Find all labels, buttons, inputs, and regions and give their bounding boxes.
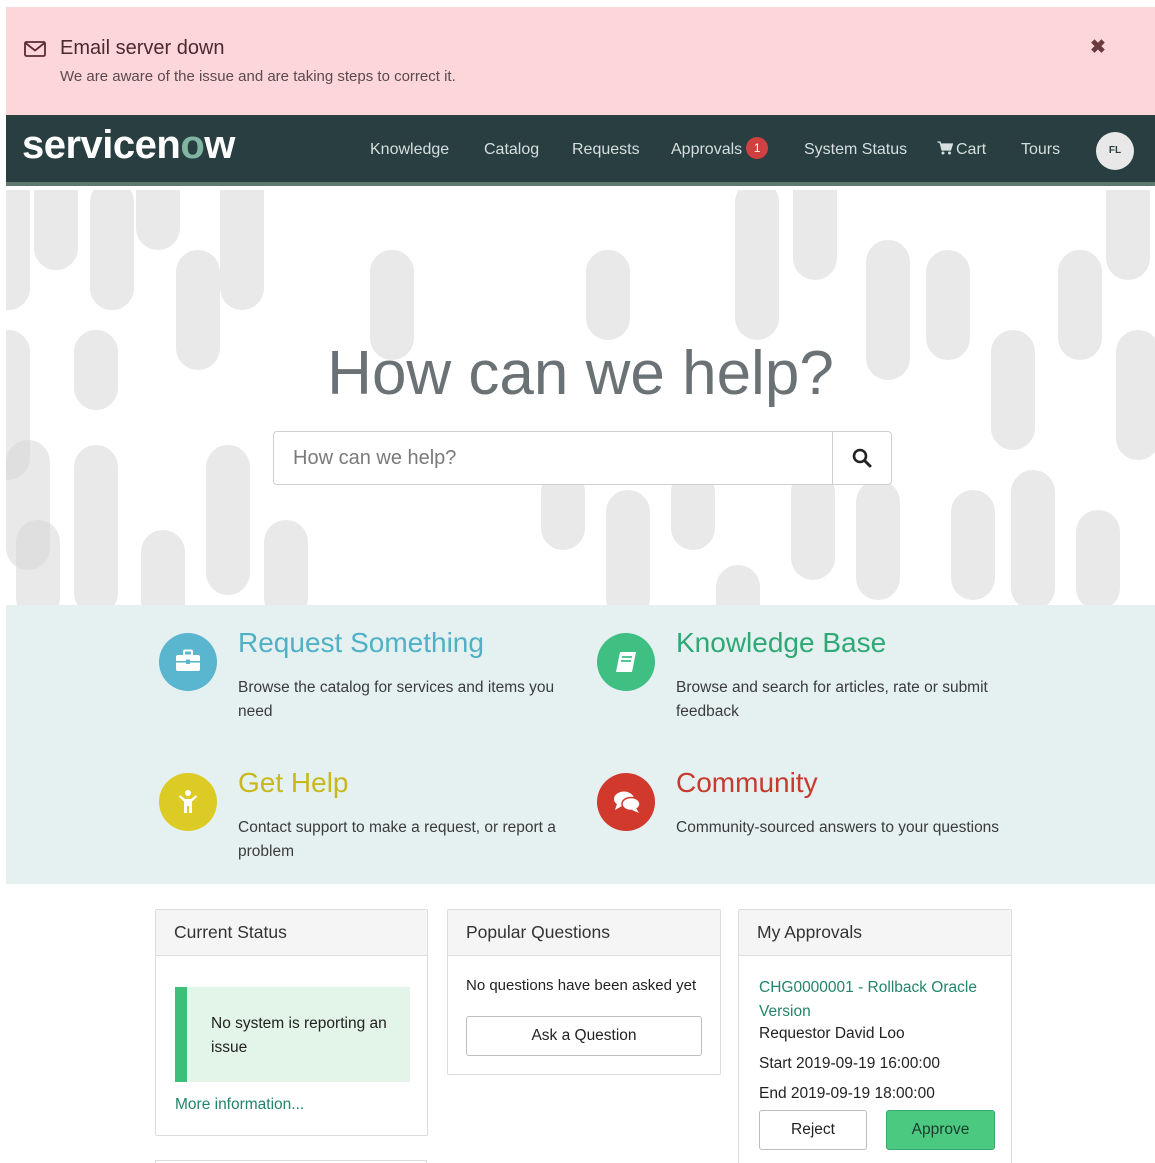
approvals-count-badge: 1 [746, 137, 769, 159]
status-box: No system is reporting an issue [175, 987, 410, 1082]
hero-title: How can we help? [327, 339, 834, 408]
status-message: No system is reporting an issue [211, 1015, 387, 1056]
servicenow-logo[interactable]: servicenow [22, 123, 235, 168]
approval-end: End 2019-09-19 18:00:00 [759, 1085, 935, 1102]
briefcase-icon [159, 633, 217, 691]
nav-knowledge[interactable]: Knowledge [370, 141, 449, 159]
envelope-icon [24, 41, 46, 57]
avatar[interactable]: FL [1096, 132, 1134, 170]
alert-banner: Email server down We are aware of the is… [6, 7, 1155, 115]
cart-icon [937, 141, 953, 155]
approve-button[interactable]: Approve [886, 1110, 995, 1150]
alert-title: Email server down [60, 37, 225, 59]
alert-message: We are aware of the issue and are taking… [60, 68, 456, 85]
tile-title: Request Something [238, 627, 484, 658]
nav-system-status[interactable]: System Status [804, 141, 907, 159]
quick-links-section: Request Something Browse the catalog for… [6, 605, 1155, 884]
top-navbar: servicenow Knowledge Catalog Requests Ap… [6, 115, 1155, 186]
card-header: Current Status [156, 910, 427, 956]
search-button[interactable] [832, 432, 891, 484]
book-icon [597, 633, 655, 691]
approval-start: Start 2019-09-19 16:00:00 [759, 1055, 940, 1072]
chat-icon [597, 773, 655, 831]
more-information-link[interactable]: More information... [175, 1096, 304, 1114]
current-status-card: Current Status No system is reporting an… [155, 909, 428, 1136]
tile-description: Contact support to make a request, or re… [238, 819, 556, 860]
search-input[interactable] [274, 432, 834, 484]
my-approvals-card: My Approvals CHG0000001 - Rollback Oracl… [738, 909, 1012, 1163]
tile-title: Get Help [238, 767, 349, 798]
approval-item-link[interactable]: CHG0000001 - Rollback Oracle Version [759, 976, 989, 1024]
empty-questions-message: No questions have been asked yet [466, 977, 697, 994]
tile-title: Community [676, 767, 818, 798]
ask-question-button[interactable]: Ask a Question [466, 1016, 702, 1056]
tile-description: Browse and search for articles, rate or … [676, 679, 988, 720]
nav-tours[interactable]: Tours [1021, 141, 1060, 159]
nav-cart[interactable]: Cart [937, 141, 986, 159]
reject-button[interactable]: Reject [759, 1110, 867, 1150]
nav-cart-label: Cart [956, 141, 987, 158]
card-header: My Approvals [739, 910, 1011, 956]
nav-approvals-label: Approvals [671, 141, 743, 159]
person-icon [159, 773, 217, 831]
tile-title: Knowledge Base [676, 627, 887, 658]
approval-requestor: Requestor David Loo [759, 1025, 905, 1042]
card-header: Popular Questions [448, 910, 720, 956]
hero-section: How can we help? [6, 190, 1155, 605]
search-icon [852, 448, 872, 468]
nav-catalog[interactable]: Catalog [484, 141, 539, 159]
tile-description: Browse the catalog for services and item… [238, 679, 555, 720]
tile-description: Community-sourced answers to your questi… [676, 819, 1000, 836]
close-icon[interactable]: ✖ [1090, 38, 1106, 57]
nav-requests[interactable]: Requests [572, 141, 640, 159]
popular-questions-card: Popular Questions No questions have been… [447, 909, 721, 1075]
search-box [273, 431, 892, 485]
nav-approvals[interactable]: Approvals 1 [671, 137, 769, 161]
